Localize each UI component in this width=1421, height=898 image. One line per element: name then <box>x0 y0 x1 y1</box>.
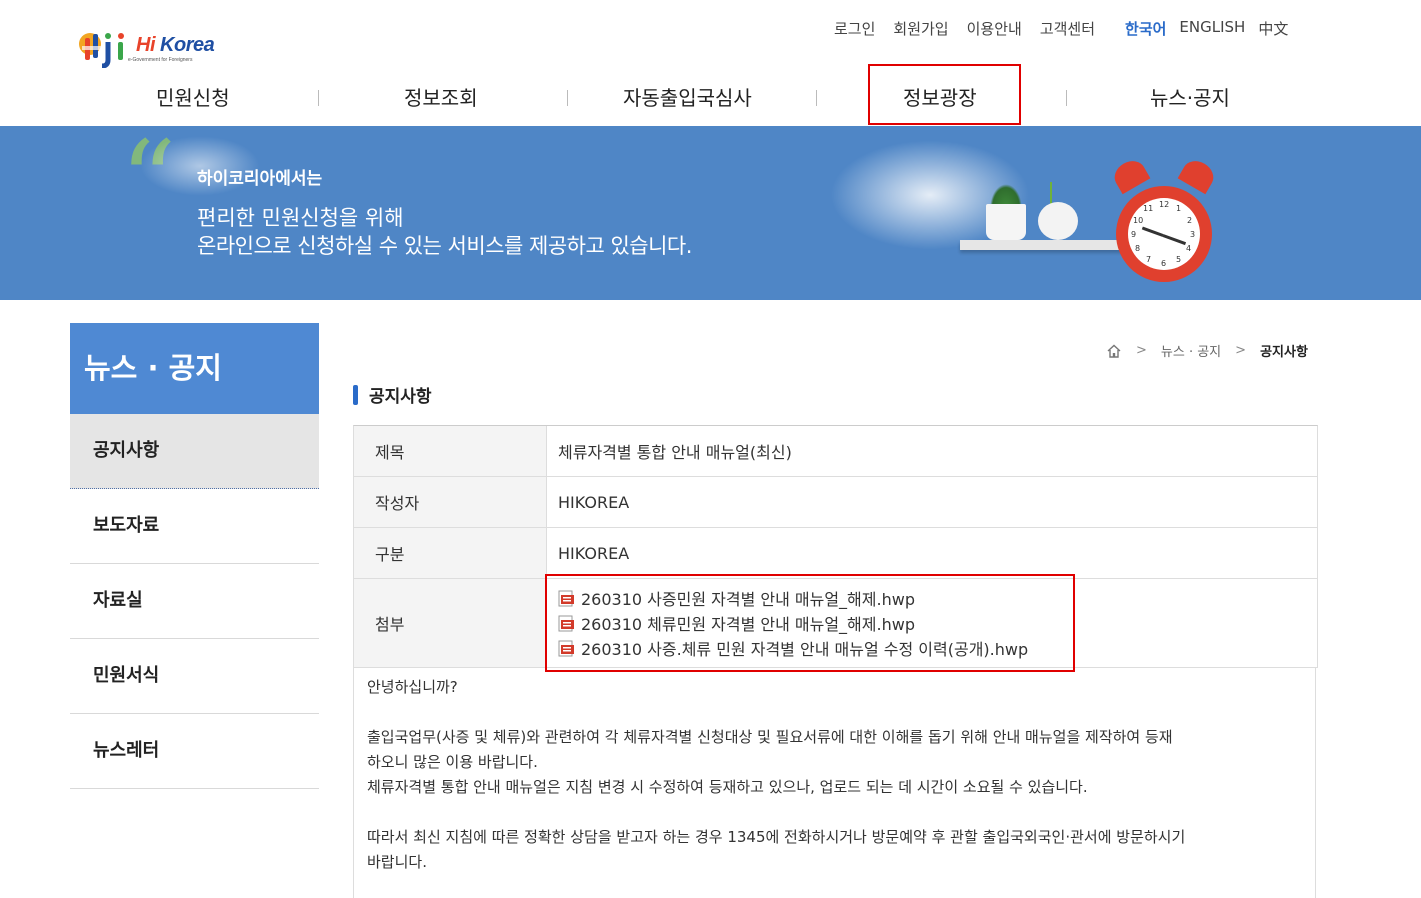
body-paragraph: 바랍니다. <box>367 853 427 871</box>
piggy-bank-icon <box>1038 202 1078 240</box>
title-accent-bar <box>353 384 358 405</box>
author-value: HIKOREA <box>558 492 630 512</box>
clock-bell <box>1109 155 1151 195</box>
sprout-icon <box>1050 182 1066 204</box>
breadcrumb-level-1[interactable]: 뉴스 · 공지 <box>1161 341 1221 360</box>
body-paragraph: 출입국업무(사증 및 체류)와 관련하여 각 체류자격별 신청대상 및 필요서류… <box>367 728 1173 746</box>
logo-wordmark: Hi Korea <box>136 34 215 56</box>
lang-english[interactable]: ENGLISH <box>1179 18 1245 39</box>
lang-chinese[interactable]: 中文 <box>1258 18 1288 39</box>
sidebar-title: 뉴스 · 공지 <box>70 323 319 414</box>
title-value: 체류자격별 통합 안내 매뉴얼(최신) <box>558 443 792 462</box>
global-nav: 민원신청 정보조회 자동출입국심사 정보광장 뉴스·공지 <box>70 70 1316 124</box>
alarm-clock-icon: 12 1 2 3 4 5 6 7 8 9 10 11 <box>1109 155 1219 282</box>
gnb-divider <box>567 90 568 106</box>
home-icon[interactable] <box>1106 343 1122 359</box>
utility-nav: 로그인 회원가입 이용안내 고객센터 한국어 ENGLISH 中文 <box>834 18 1301 39</box>
login-link[interactable]: 로그인 <box>834 18 875 39</box>
clock-number: 5 <box>1176 255 1182 264</box>
highlight-box-info-plaza <box>868 64 1021 125</box>
lang-korean[interactable]: 한국어 <box>1125 18 1166 39</box>
table-row: 작성자 HIKOREA <box>354 477 1317 528</box>
flower-pot-icon <box>986 204 1026 240</box>
breadcrumb: > 뉴스 · 공지 > 공지사항 <box>1106 341 1308 360</box>
clock-number: 11 <box>1143 204 1154 213</box>
page-title: 공지사항 <box>353 382 432 407</box>
clock-number: 4 <box>1186 244 1192 253</box>
guide-link[interactable]: 이용안내 <box>967 18 1022 39</box>
clock-number: 8 <box>1135 244 1141 253</box>
sidebar-item-notice[interactable]: 공지사항 <box>70 414 319 489</box>
clock-number: 9 <box>1131 230 1137 239</box>
body-greeting: 안녕하십니까? <box>367 678 458 696</box>
sidebar-item-press[interactable]: 보도자료 <box>70 489 319 564</box>
sidebar-item-forms[interactable]: 민원서식 <box>70 639 319 714</box>
banner-line-1: 편리한 민원신청을 위해 <box>197 206 404 230</box>
category-value: HIKOREA <box>558 543 630 563</box>
notice-body: 안녕하십니까? 출입국업무(사증 및 체류)와 관련하여 각 체류자격별 신청대… <box>353 668 1316 898</box>
table-row: 구분 HIKOREA <box>354 528 1317 579</box>
clock-number: 3 <box>1190 230 1196 239</box>
logo-tagline: e-Government for Foreigners <box>128 57 193 63</box>
title-label: 제목 <box>354 426 547 476</box>
clock-number: 1 <box>1176 204 1182 213</box>
chevron-right-icon: > <box>1235 343 1247 358</box>
highlight-box-attachments <box>545 574 1075 672</box>
sidebar-item-library[interactable]: 자료실 <box>70 564 319 639</box>
attachment-label: 첨부 <box>354 579 547 667</box>
language-switcher: 한국어 ENGLISH 中文 <box>1125 18 1301 39</box>
clock-number: 2 <box>1187 216 1193 225</box>
gnb-info-inquiry[interactable]: 정보조회 <box>404 82 478 111</box>
banner-line-2: 온라인으로 신청하실 수 있는 서비스를 제공하고 있습니다. <box>197 234 692 258</box>
gnb-divider <box>816 90 817 106</box>
banner-lead: 하이코리아에서는 <box>197 169 323 189</box>
body-paragraph: 체류자격별 통합 안내 매뉴얼은 지침 변경 시 수정하여 등재하고 있으나, … <box>367 778 1088 796</box>
gnb-divider <box>1066 90 1067 106</box>
hero-banner: “ 하이코리아에서는 편리한 민원신청을 위해 온라인으로 신청하실 수 있는 … <box>0 126 1421 300</box>
body-paragraph: 따라서 최신 지침에 따른 정확한 상담을 받고자 하는 경우 1345에 전화… <box>367 828 1186 846</box>
signup-link[interactable]: 회원가입 <box>893 18 948 39</box>
sidebar: 뉴스 · 공지 공지사항 보도자료 자료실 민원서식 뉴스레터 <box>70 323 319 789</box>
clock-number: 12 <box>1159 200 1170 209</box>
body-paragraph: 하오니 많은 이용 바랍니다. <box>367 753 538 771</box>
gnb-news-notice[interactable]: 뉴스·공지 <box>1150 82 1230 111</box>
gnb-civil-application[interactable]: 민원신청 <box>156 82 230 111</box>
shelf-decoration <box>960 240 1140 250</box>
clock-number: 7 <box>1146 255 1152 264</box>
gnb-auto-immigration[interactable]: 자동출입국심사 <box>623 82 752 111</box>
clock-bell <box>1177 155 1219 195</box>
hikorea-logo[interactable]: Hi Korea e-Government for Foreigners <box>78 26 218 68</box>
chevron-right-icon: > <box>1136 343 1147 358</box>
author-label: 작성자 <box>354 477 547 527</box>
breadcrumb-current: 공지사항 <box>1260 345 1308 360</box>
sidebar-item-newsletter[interactable]: 뉴스레터 <box>70 714 319 789</box>
clock-number: 6 <box>1161 259 1167 268</box>
customer-center-link[interactable]: 고객센터 <box>1040 18 1095 39</box>
gnb-divider <box>318 90 319 106</box>
logo-mark-icon <box>79 33 124 68</box>
table-row: 제목 체류자격별 통합 안내 매뉴얼(최신) <box>354 426 1317 477</box>
category-label: 구분 <box>354 528 547 578</box>
page-title-text: 공지사항 <box>369 387 432 407</box>
clock-number: 10 <box>1133 216 1144 225</box>
